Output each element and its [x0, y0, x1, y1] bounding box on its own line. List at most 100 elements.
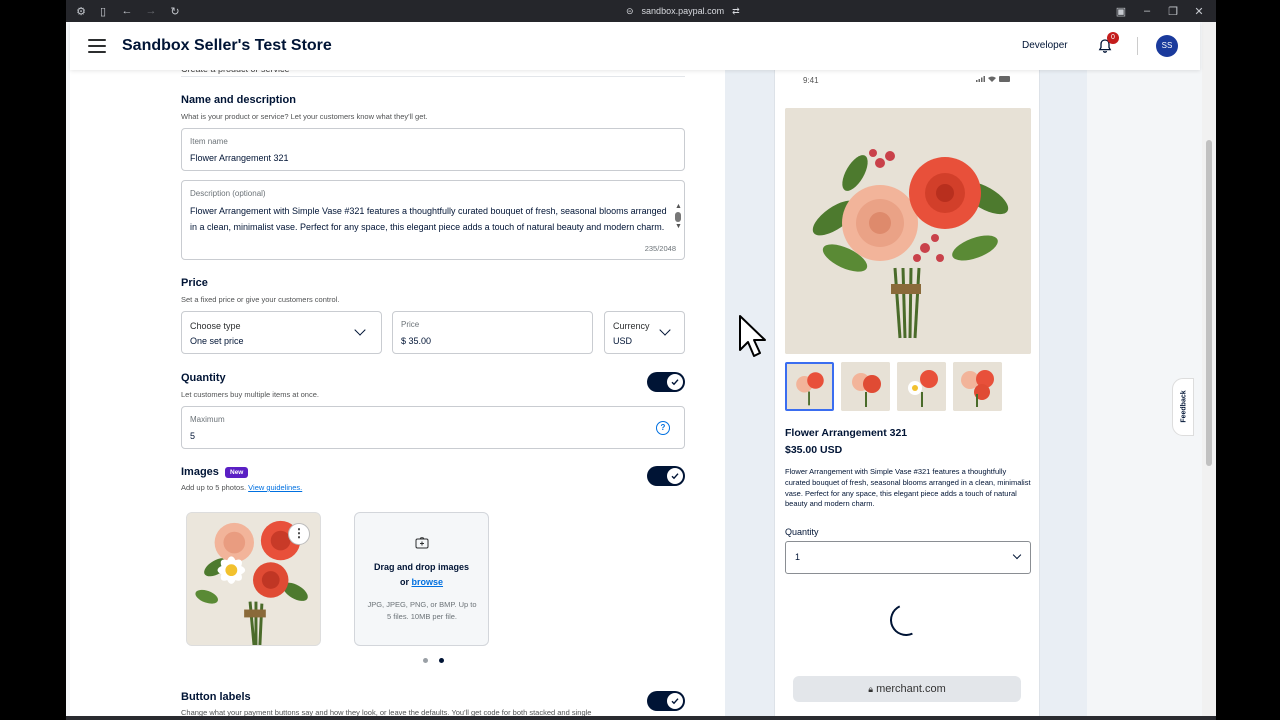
- thumbnail-3[interactable]: [897, 362, 946, 411]
- page-viewport: Sandbox Seller's Test Store Developer 0 …: [66, 22, 1216, 716]
- mouse-cursor-icon: [739, 315, 766, 357]
- textarea-scrollbar[interactable]: ▲ ▼: [675, 203, 682, 231]
- lock-icon: 🔒︎: [868, 684, 874, 694]
- char-count: 235/2048: [644, 244, 676, 253]
- preview-product-title: Flower Arrangement 321: [785, 427, 908, 439]
- scrollbar-thumb[interactable]: [1206, 140, 1212, 466]
- button-labels-toggle[interactable]: [647, 691, 685, 711]
- screen: ⚙ ▯ ← → ↻ ⊝ sandbox.paypal.com ⇄ ▣ – ❐ ✕…: [0, 0, 1280, 720]
- page-scrollbar[interactable]: [1202, 22, 1216, 716]
- browser-menu-icon[interactable]: ⚙: [74, 4, 88, 18]
- description-field[interactable]: Description (optional) Flower Arrangemen…: [181, 180, 685, 260]
- check-icon: [667, 693, 683, 709]
- divider: [181, 76, 685, 77]
- price-type-label: Choose type: [190, 321, 241, 331]
- bouquet-image: [785, 108, 1031, 354]
- preview-product-description: Flower Arrangement with Simple Vase #321…: [785, 467, 1031, 509]
- browse-link[interactable]: browse: [412, 577, 444, 587]
- feedback-tab[interactable]: Feedback: [1172, 378, 1194, 436]
- section-desc-images: Add up to 5 photos. View guidelines.: [181, 483, 302, 492]
- status-time: 9:41: [803, 76, 819, 85]
- developer-link[interactable]: Developer: [1022, 40, 1068, 51]
- image-options-button[interactable]: ⋮: [288, 523, 310, 545]
- section-title-images: Images: [181, 466, 219, 478]
- minimize-icon[interactable]: –: [1140, 4, 1154, 18]
- maximum-label: Maximum: [190, 415, 225, 424]
- section-title-quantity: Quantity: [181, 372, 226, 384]
- currency-value: USD: [613, 336, 633, 346]
- back-icon[interactable]: ←: [120, 4, 134, 18]
- forward-icon[interactable]: →: [144, 4, 158, 18]
- close-window-icon[interactable]: ✕: [1192, 4, 1206, 18]
- signal-wifi-battery-icon: [976, 76, 1011, 82]
- window-bottom-edge: [66, 716, 1216, 720]
- section-title-name: Name and description: [181, 94, 296, 106]
- price-label: Price: [401, 320, 420, 329]
- dropzone-note: JPG, JPEG, PNG, or BMP. Up to 5 files. 1…: [367, 600, 477, 621]
- feedback-label: Feedback: [1180, 390, 1188, 423]
- check-icon: [667, 468, 683, 484]
- chevron-down-icon: [1012, 550, 1022, 560]
- notification-count-badge: 0: [1107, 32, 1119, 44]
- browser-toolbar: ⚙ ▯ ← → ↻ ⊝ sandbox.paypal.com ⇄ ▣ – ❐ ✕: [66, 0, 1216, 22]
- thumbnail-4[interactable]: [953, 362, 1002, 411]
- maximum-quantity-field[interactable]: Maximum 5 ?: [181, 406, 685, 449]
- carousel-dot[interactable]: [423, 658, 428, 663]
- preview-url-bar: 🔒︎ merchant.com: [793, 676, 1021, 702]
- preview-quantity-select[interactable]: 1: [785, 541, 1031, 574]
- section-desc-quantity: Let customers buy multiple items at once…: [181, 390, 319, 399]
- sidebar-toggle-icon[interactable]: ▯: [96, 4, 110, 18]
- preview-url: merchant.com: [876, 683, 946, 695]
- quantity-toggle[interactable]: [647, 372, 685, 392]
- address-bar[interactable]: ⊝ sandbox.paypal.com ⇄: [626, 4, 756, 18]
- preview-product-price: $35.00 USD: [785, 444, 843, 456]
- uploaded-image-thumbnail[interactable]: ⋮: [186, 512, 321, 646]
- loading-spinner-icon: [885, 599, 927, 641]
- help-icon[interactable]: ?: [656, 421, 670, 435]
- currency-select[interactable]: Currency USD: [604, 311, 685, 354]
- store-title: Sandbox Seller's Test Store: [122, 37, 332, 54]
- product-hero-image: [785, 108, 1031, 354]
- section-desc-price: Set a fixed price or give your customers…: [181, 295, 340, 304]
- check-icon: [667, 374, 683, 390]
- phone-status-bar: 9:41: [775, 70, 1039, 92]
- maximize-icon[interactable]: ❐: [1166, 4, 1180, 18]
- chevron-down-icon: [659, 324, 671, 336]
- avatar[interactable]: SS: [1156, 35, 1178, 57]
- price-type-select[interactable]: Choose type One set price: [181, 311, 382, 354]
- price-value: $ 35.00: [401, 336, 432, 346]
- thumbnail-strip: [785, 362, 1002, 411]
- section-title-price: Price: [181, 277, 208, 289]
- section-desc-name: What is your product or service? Let you…: [181, 112, 428, 121]
- site-settings-icon[interactable]: ⇄: [732, 6, 740, 17]
- currency-label: Currency: [613, 321, 650, 331]
- new-badge: New: [225, 467, 249, 478]
- section-title-button-labels: Button labels: [181, 691, 251, 703]
- top-nav: Sandbox Seller's Test Store Developer 0 …: [70, 22, 1200, 70]
- reader-icon[interactable]: ▣: [1114, 4, 1128, 18]
- add-image-icon: [415, 537, 429, 549]
- view-guidelines-link[interactable]: View guidelines.: [248, 483, 302, 492]
- item-name-field[interactable]: Item name Flower Arrangement 321: [181, 128, 685, 171]
- product-form: Create a product or service Name and des…: [70, 64, 725, 716]
- thumbnail-2[interactable]: [841, 362, 890, 411]
- item-name-label: Item name: [190, 137, 228, 146]
- carousel-dot-active[interactable]: [439, 658, 444, 663]
- images-toggle[interactable]: [647, 466, 685, 486]
- dropzone-or-line: or browse: [355, 577, 488, 587]
- price-type-value: One set price: [190, 336, 244, 346]
- phone-preview: 9:41 Flower Arrangement 321 $35.00 USD F…: [774, 70, 1040, 716]
- preview-quantity-label: Quantity: [785, 527, 819, 537]
- hamburger-menu-icon[interactable]: [88, 39, 106, 53]
- nav-divider: [1137, 37, 1138, 55]
- maximum-value: 5: [190, 431, 196, 441]
- price-input[interactable]: Price $ 35.00: [392, 311, 593, 354]
- thumbnail-1[interactable]: [785, 362, 834, 411]
- reload-icon[interactable]: ↻: [168, 4, 182, 18]
- image-dropzone[interactable]: Drag and drop images or browse JPG, JPEG…: [354, 512, 489, 646]
- chevron-down-icon: [354, 324, 366, 336]
- dropzone-or: or: [399, 577, 409, 587]
- images-hint-text: Add up to 5 photos.: [181, 483, 247, 492]
- dropzone-title: Drag and drop images: [373, 562, 470, 572]
- preview-quantity-value: 1: [795, 552, 801, 562]
